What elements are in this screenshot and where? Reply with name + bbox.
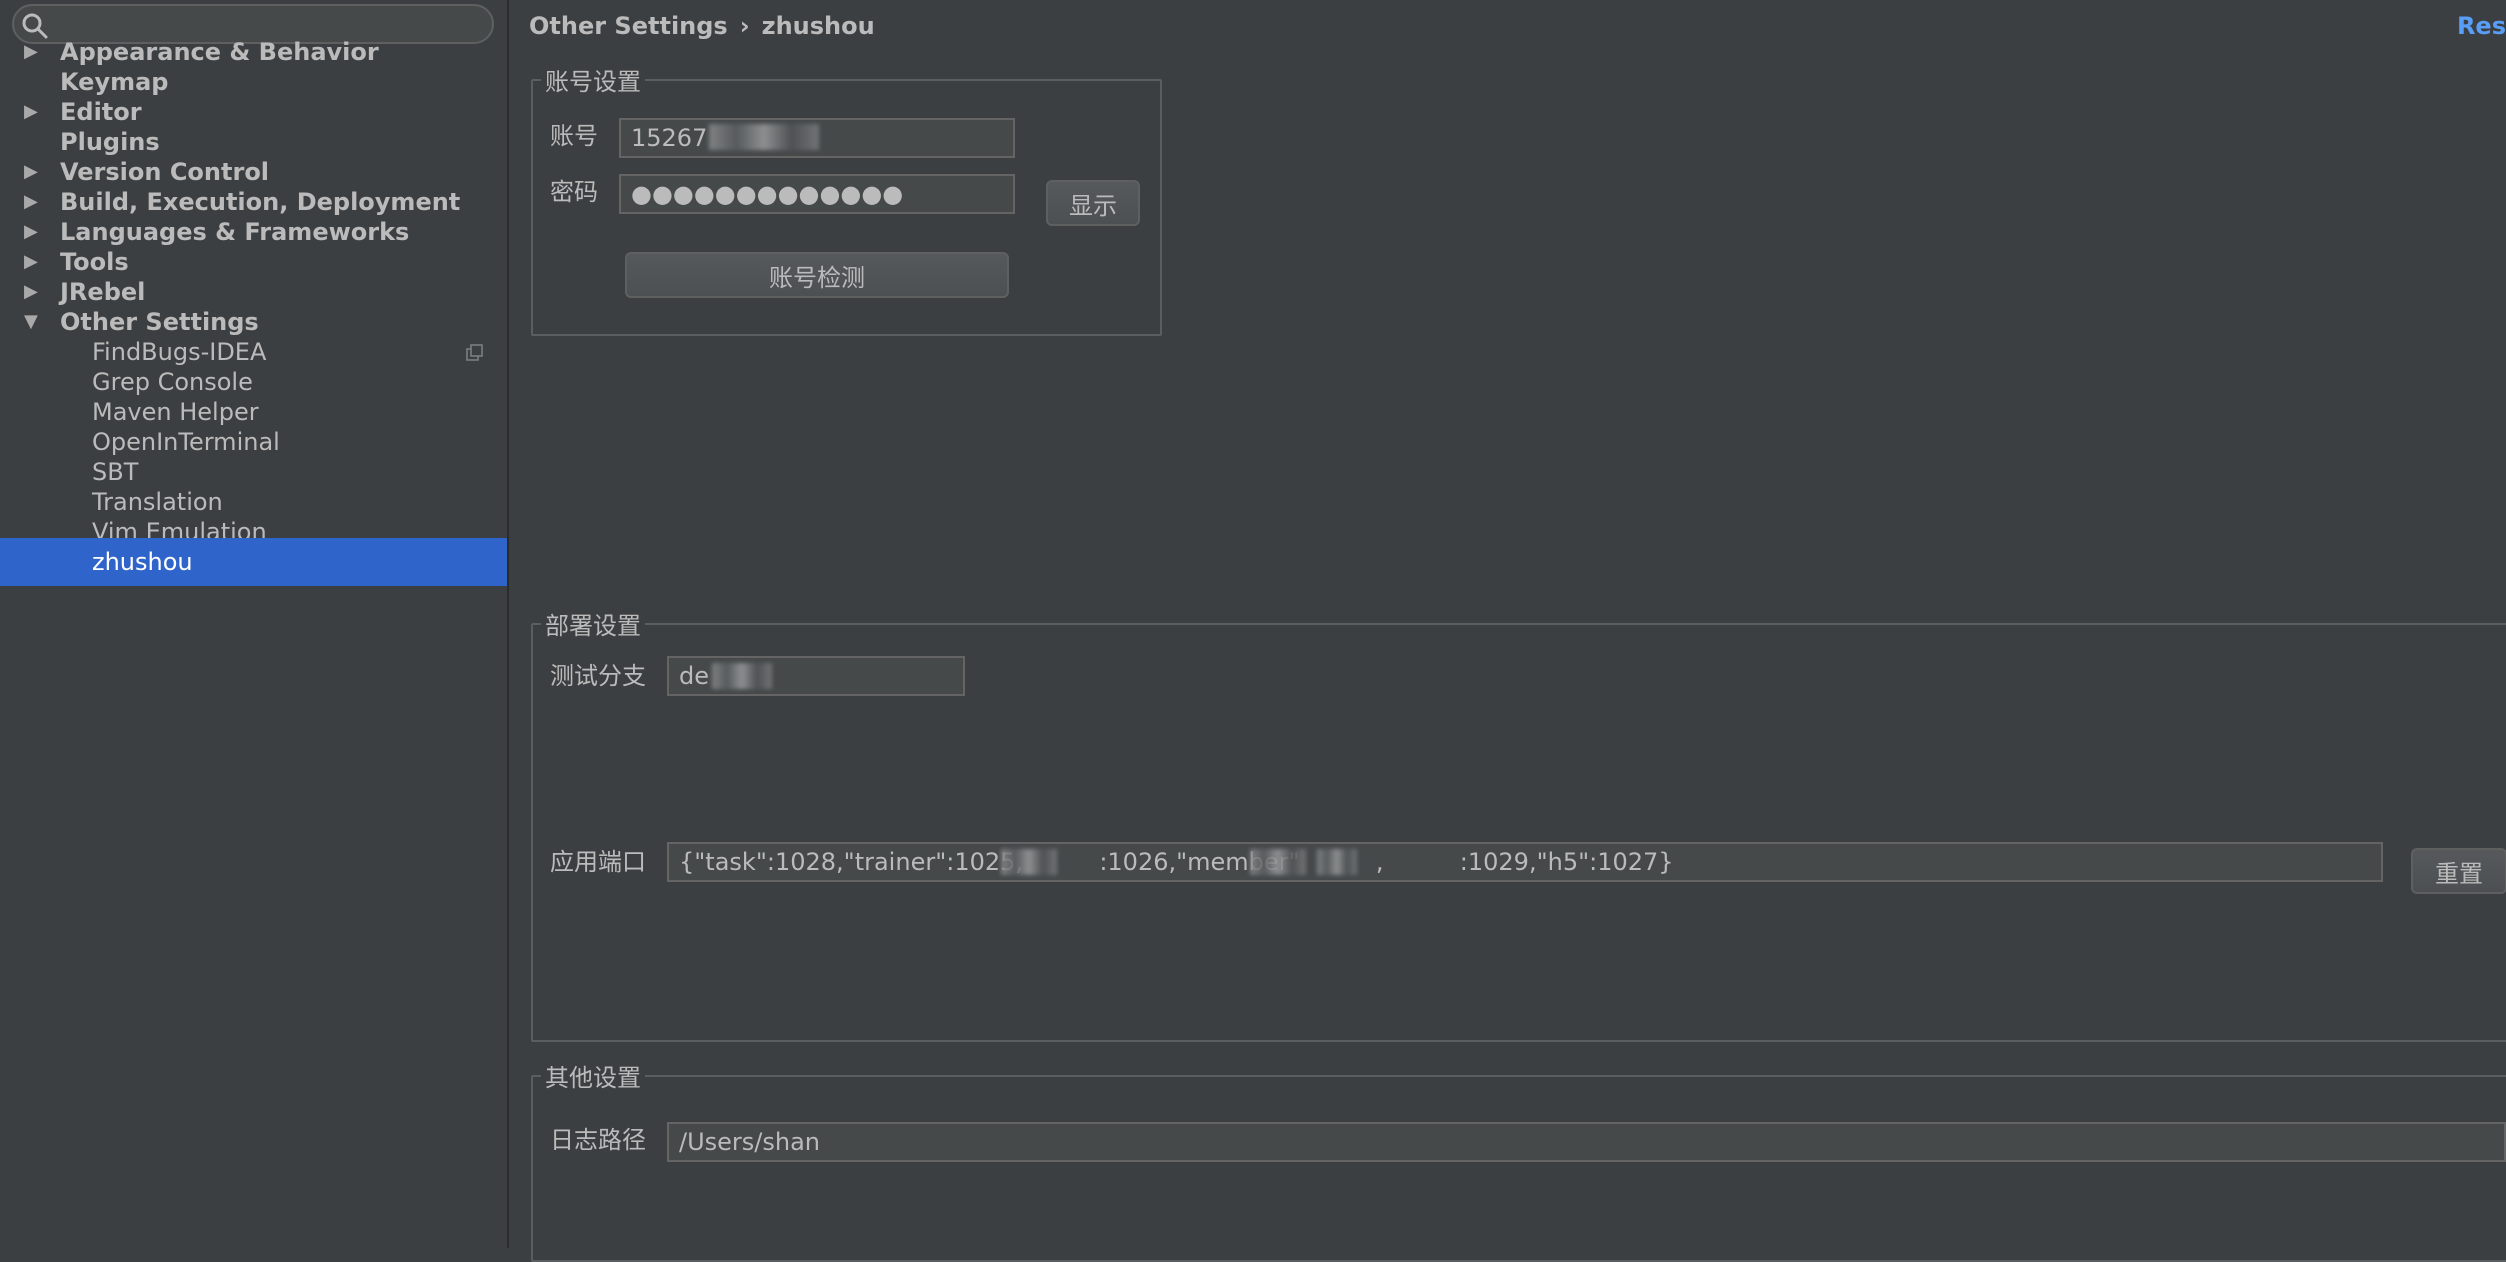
breadcrumb-current: zhushou	[761, 12, 875, 40]
breadcrumb-separator: ›	[739, 12, 750, 40]
test-branch-label: 测试分支	[550, 662, 646, 690]
group-title: 其他设置	[545, 1064, 641, 1092]
breadcrumb-parent[interactable]: Other Settings	[529, 12, 728, 40]
redacted-text	[1250, 849, 1306, 875]
breadcrumb: Other Settings › zhushou	[529, 8, 875, 44]
sidebar-item-zhushou[interactable]: zhushou	[0, 538, 507, 586]
redacted-text	[712, 663, 772, 689]
group-title: 部署设置	[545, 612, 641, 640]
app-ports-input[interactable]	[667, 842, 2383, 882]
app-ports-label: 应用端口	[550, 848, 646, 876]
redacted-text	[1317, 849, 1357, 875]
redacted-text	[709, 124, 819, 150]
account-label: 账号	[550, 122, 598, 150]
redacted-text	[1001, 849, 1057, 875]
settings-sidebar: ▶ Appearance & Behavior Keymap ▶ Editor …	[0, 0, 509, 1248]
reset-link[interactable]: Res	[2457, 8, 2506, 44]
settings-content: Other Settings › zhushou Res 账号设置 账号 密码 显示…	[509, 0, 2506, 1262]
log-path-label: 日志路径	[550, 1126, 646, 1154]
sidebar-item-label: zhushou	[92, 548, 193, 576]
account-check-button[interactable]: 账号检测	[625, 252, 1009, 298]
group-title: 账号设置	[545, 68, 641, 96]
reset-ports-button[interactable]: 重置	[2411, 848, 2506, 894]
show-password-button[interactable]: 显示	[1046, 180, 1140, 226]
log-path-input[interactable]	[667, 1122, 2506, 1162]
password-label: 密码	[550, 178, 598, 206]
password-input[interactable]	[619, 174, 1015, 214]
